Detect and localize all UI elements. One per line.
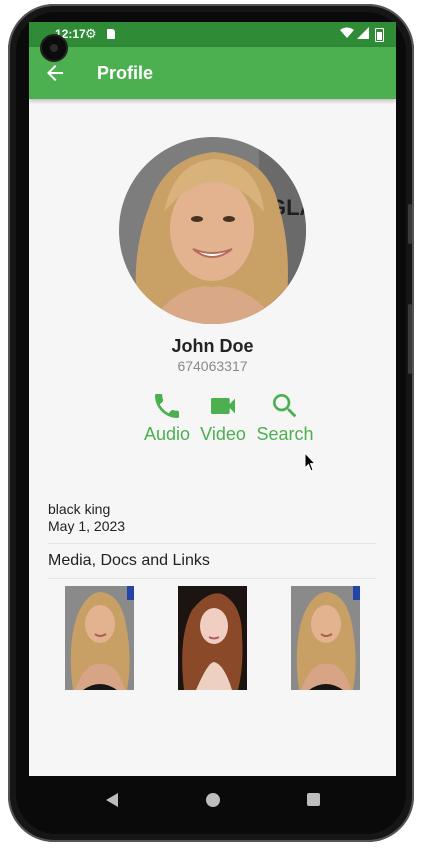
avatar-photo: GLA <box>119 137 306 324</box>
video-label: Video <box>200 424 246 444</box>
divider <box>48 578 376 579</box>
videocam-icon <box>211 398 235 414</box>
media-section-title: Media, Docs and Links <box>48 552 210 569</box>
wifi-icon <box>340 27 354 38</box>
about-date: May 1, 2023 <box>48 518 126 534</box>
media-thumbnail-1[interactable] <box>65 586 134 690</box>
media-thumbnail-2[interactable] <box>178 586 247 690</box>
system-nav-bar <box>29 776 396 824</box>
back-icon[interactable] <box>104 792 120 808</box>
search-button[interactable]: Search <box>254 390 316 445</box>
about-section: black king May 1, 2023 <box>48 501 125 535</box>
profile-name: John Doe <box>171 336 254 356</box>
power-button <box>408 204 412 244</box>
mouse-cursor-icon <box>304 452 316 472</box>
photo-thumbnail <box>65 586 134 690</box>
about-status: black king <box>48 501 111 517</box>
video-call-button[interactable]: Video <box>198 390 248 445</box>
phone-icon <box>155 394 179 418</box>
page-title: Profile <box>97 63 154 83</box>
arrow-left-icon[interactable] <box>43 61 67 85</box>
profile-phone: 674063317 <box>177 358 248 374</box>
home-icon[interactable] <box>206 793 220 807</box>
sd-card-icon <box>107 29 115 39</box>
battery-icon <box>375 28 384 42</box>
signal-icon <box>357 27 369 39</box>
search-label: Search <box>256 424 314 444</box>
app-bar: Profile <box>29 47 396 99</box>
front-camera <box>40 34 68 62</box>
recents-icon[interactable] <box>307 793 320 806</box>
photo-thumbnail <box>178 586 247 690</box>
gear-icon: ⚙ <box>85 26 97 41</box>
volume-button <box>408 304 412 374</box>
audio-label: Audio <box>143 424 191 444</box>
app-screen: 12:17 ⚙ Profile GLA John Doe 674063317 A… <box>29 22 396 776</box>
search-icon <box>273 394 297 418</box>
media-thumbnail-3[interactable] <box>291 586 360 690</box>
divider <box>48 543 376 544</box>
photo-thumbnail <box>291 586 360 690</box>
profile-avatar[interactable]: GLA <box>119 137 306 324</box>
audio-call-button[interactable]: Audio <box>141 390 193 445</box>
status-bar: 12:17 ⚙ <box>29 22 396 47</box>
